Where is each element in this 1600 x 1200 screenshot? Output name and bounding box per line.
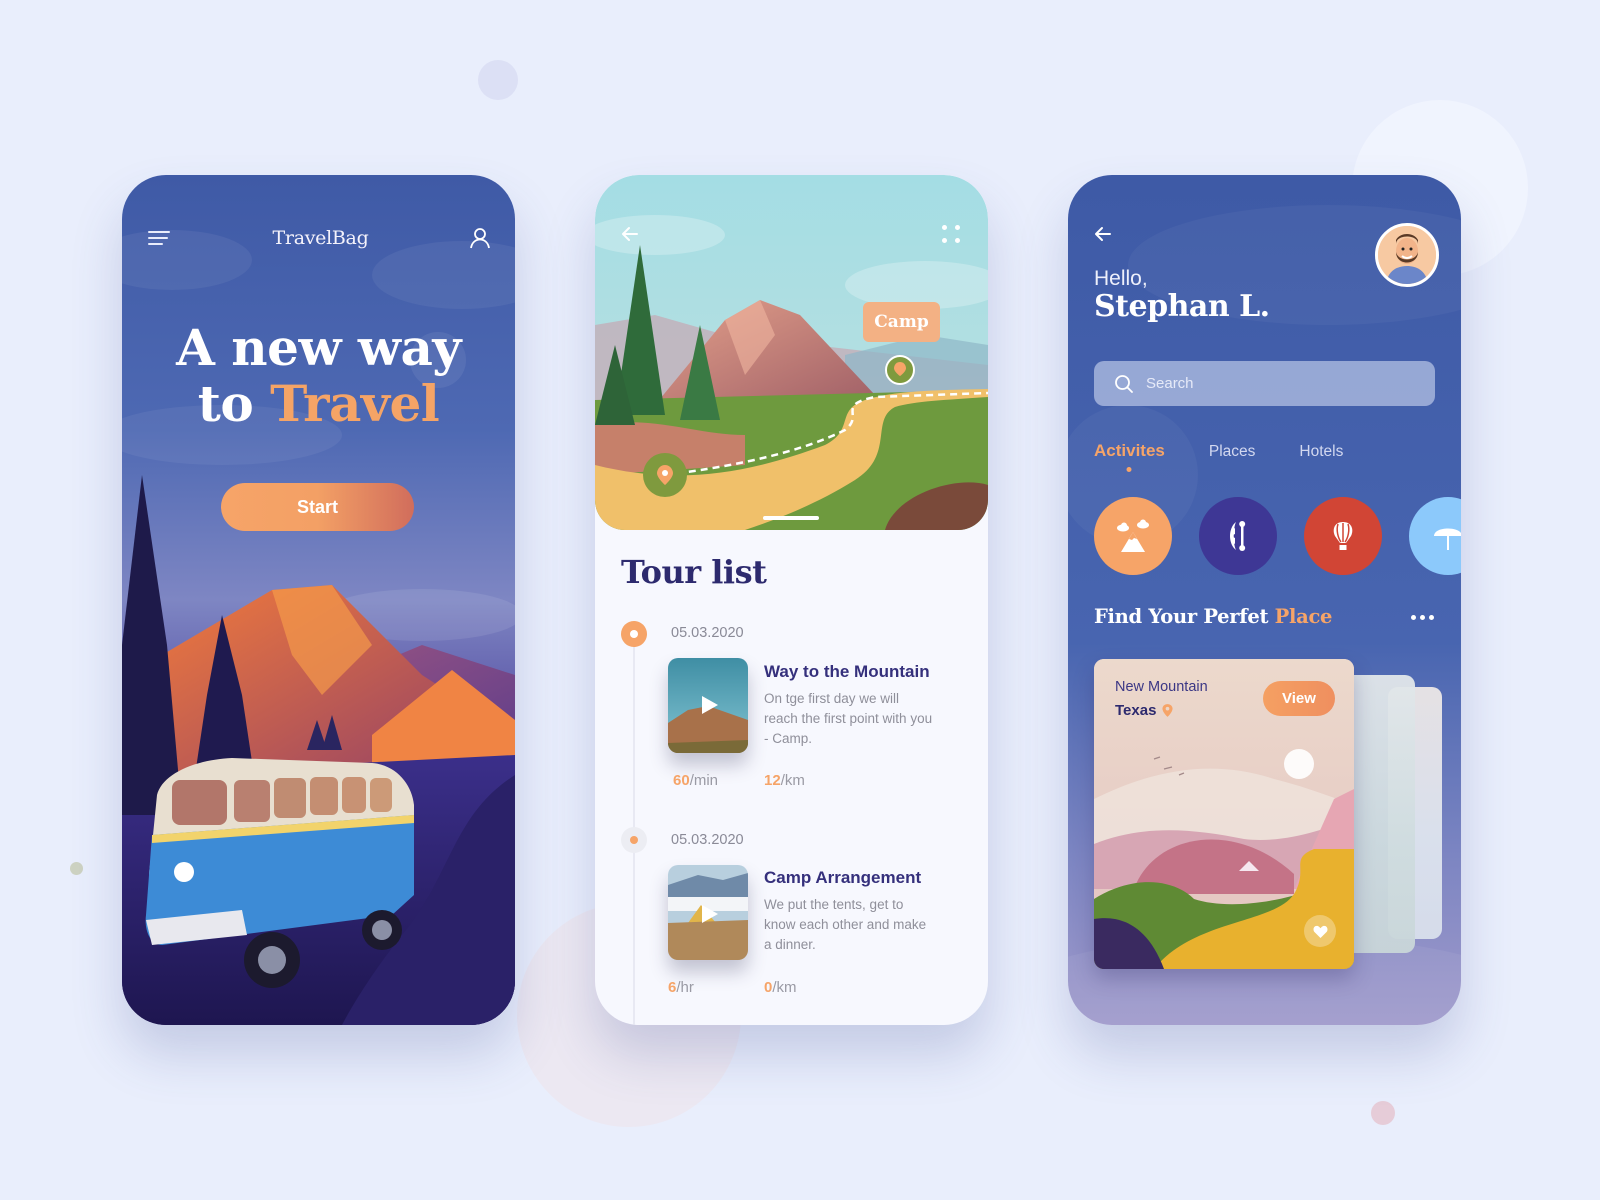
tour-description: We put the tents, get to know each other… (764, 897, 927, 952)
activity-balloon[interactable] (1304, 497, 1382, 575)
tour-video-thumbnail[interactable] (668, 865, 748, 960)
search-icon (1115, 374, 1133, 393)
tab-places[interactable]: Places (1209, 443, 1256, 461)
stat-unit: /km (772, 979, 797, 996)
category-tabs: Activites Places Hotels (1094, 441, 1343, 461)
section-title: Find Your Perfet Place (1094, 605, 1332, 628)
back-arrow-icon[interactable] (619, 223, 641, 245)
place-card[interactable]: New Mountain Texas View (1094, 659, 1354, 969)
avatar[interactable] (1375, 223, 1439, 287)
camp-tag[interactable]: Camp (863, 302, 940, 342)
decor-circle (70, 862, 83, 875)
tour-list-screen: Camp Tour list 05.03.2020 Way to the Mou… (595, 175, 988, 1025)
trail-map-illustration: Camp (595, 175, 988, 530)
tour-list-title: Tour list (621, 553, 767, 591)
decor-circle (478, 60, 518, 100)
mountain-icon (1117, 519, 1149, 552)
hamburger-menu-icon[interactable] (148, 229, 172, 247)
splash-screen: TravelBag A new way to Travel Start (122, 175, 515, 1025)
place-location-text: Texas (1115, 702, 1157, 719)
tab-hotels[interactable]: Hotels (1299, 443, 1343, 461)
hot-air-balloon-icon (1333, 522, 1353, 550)
heart-icon (1313, 925, 1327, 938)
stat-value: 12 (764, 772, 781, 789)
location-pin-icon (1162, 704, 1173, 717)
search-input[interactable] (1146, 375, 1406, 392)
start-button[interactable]: Start (221, 483, 414, 531)
tour-date: 05.03.2020 (671, 625, 744, 641)
user-name: Stephan L. (1094, 289, 1270, 324)
section-title-prefix: Find Your Perfet (1094, 605, 1275, 628)
decor-circle (1371, 1101, 1395, 1125)
hero-prefix: to (197, 374, 271, 433)
view-button[interactable]: View (1263, 681, 1335, 716)
van-mountain-illustration (122, 230, 515, 1025)
activity-hiking[interactable] (1094, 497, 1172, 575)
back-arrow-icon[interactable] (1092, 223, 1114, 245)
beach-umbrella-icon (1434, 528, 1461, 550)
search-field[interactable] (1094, 361, 1435, 406)
kayak-icon (1230, 521, 1246, 551)
hero-line-2: to Travel (122, 376, 515, 432)
landscape-scene (595, 175, 988, 530)
activity-kayak[interactable] (1199, 497, 1277, 575)
greeting: Hello, (1094, 267, 1148, 290)
tour-duration: 6/hr (668, 979, 694, 996)
stat-unit: /min (689, 772, 719, 789)
slide-indicator (763, 516, 819, 520)
tour-duration: 60/min (673, 772, 718, 789)
tour-date: 05.03.2020 (671, 832, 744, 848)
more-options-icon[interactable] (1411, 615, 1435, 621)
stat-unit: /km (780, 772, 805, 789)
tour-video-thumbnail[interactable] (668, 658, 748, 753)
tour-description: On tge first day we will reach the first… (764, 691, 933, 746)
timeline-dot-active (621, 621, 647, 647)
tour-distance: 0/km (764, 979, 797, 996)
stat-value: 60 (673, 772, 690, 789)
tour-name[interactable]: Way to the Mountain (764, 662, 930, 682)
grid-dots-icon[interactable] (940, 223, 962, 245)
app-brand: TravelBag (272, 227, 369, 249)
hero-accent: Travel (270, 374, 440, 433)
place-name: New Mountain (1115, 679, 1208, 695)
stat-unit: /hr (676, 979, 694, 996)
activity-beach[interactable] (1409, 497, 1461, 575)
hero-line-1: A new way (176, 318, 461, 377)
tour-name[interactable]: Camp Arrangement (764, 868, 921, 888)
tab-activities[interactable]: Activites (1094, 441, 1165, 461)
favorite-button[interactable] (1304, 915, 1336, 947)
user-icon[interactable] (469, 227, 491, 249)
activity-list (1094, 497, 1461, 575)
section-title-accent: Place (1274, 605, 1333, 628)
explore-screen: Hello, Stephan L. Activites Places Hotel… (1068, 175, 1461, 1025)
timeline-dot-inactive (621, 827, 647, 853)
place-location: Texas (1115, 702, 1173, 719)
hero-headline: A new way to Travel (122, 320, 515, 432)
tour-distance: 12/km (764, 772, 805, 789)
